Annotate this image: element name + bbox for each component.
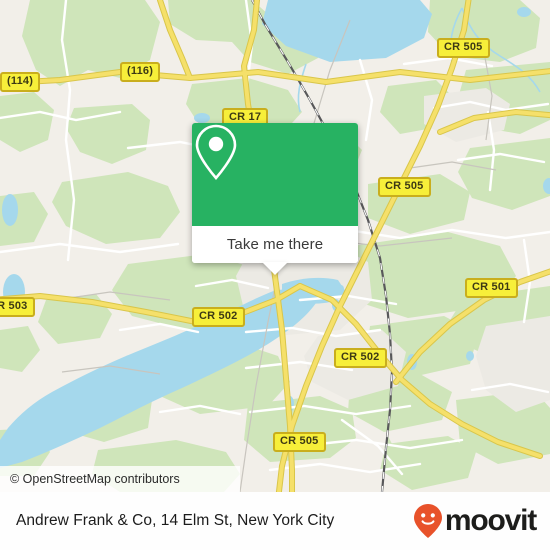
road-shield: CR 503 [0,297,35,317]
attribution-text: © OpenStreetMap contributors [10,472,180,486]
popup-header [192,123,358,226]
location-title: Andrew Frank & Co, 14 Elm St, New York C… [16,512,335,529]
map-screenshot: (114)(116)CR 17CR 505CR 505CR 501CR 503C… [0,0,550,550]
road-shield: (114) [0,72,41,92]
moovit-logo[interactable]: moovit [413,503,537,539]
footer-bar: Andrew Frank & Co, 14 Elm St, New York C… [0,492,550,550]
road-shield: CR 502 [334,348,387,368]
take-me-there-label: Take me there [226,236,324,253]
popup-pointer-tail [262,262,288,275]
location-popup-card[interactable]: Take me there [192,123,358,275]
map-canvas[interactable]: (114)(116)CR 17CR 505CR 505CR 501CR 503C… [0,0,550,492]
moovit-wordmark: moovit [444,504,537,537]
map-attribution: © OpenStreetMap contributors [0,466,240,492]
road-shield: CR 505 [273,432,326,452]
take-me-there-button[interactable]: Take me there [192,226,358,263]
road-shield: CR 501 [465,278,518,298]
road-shield: CR 502 [192,307,245,327]
road-shield: CR 505 [378,177,431,197]
road-shield: (116) [120,62,161,82]
moovit-smiley-pin-icon [413,504,442,538]
map-pin-icon [195,124,237,180]
road-shield: CR 505 [437,38,490,58]
